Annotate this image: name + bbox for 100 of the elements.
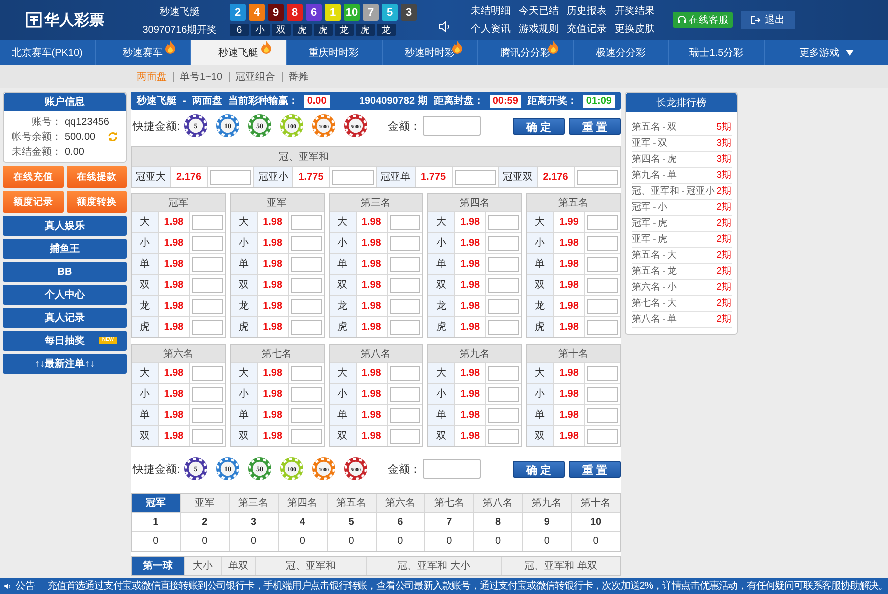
- result-tab[interactable]: 亚军: [180, 494, 229, 512]
- bet-amount-field[interactable]: [390, 298, 420, 314]
- bet-amount-field[interactable]: [192, 278, 223, 292]
- sidebar-menu-button[interactable]: BB: [3, 262, 127, 282]
- bet-amount-field[interactable]: [290, 320, 322, 334]
- bet-amount-field[interactable]: [390, 214, 420, 230]
- bet-amount-field[interactable]: [390, 428, 420, 444]
- bet-amount-field[interactable]: [488, 298, 520, 314]
- confirm-button[interactable]: 确 定: [513, 118, 565, 134]
- bet-amount-field[interactable]: [390, 320, 420, 334]
- result-tab[interactable]: 第七名: [425, 494, 474, 512]
- bet-amount-field[interactable]: [454, 170, 496, 184]
- amount-field[interactable]: [423, 459, 482, 479]
- bet-amount-field[interactable]: [488, 256, 520, 272]
- header-link[interactable]: 开奖结果: [615, 4, 655, 18]
- header-link[interactable]: 游戏规则: [519, 22, 559, 36]
- logo[interactable]: 华人彩票: [44, 10, 104, 30]
- bet-amount-field[interactable]: [390, 278, 420, 292]
- play-mode-tab[interactable]: 冠亚组合: [236, 70, 276, 84]
- bet-amount-field[interactable]: [390, 366, 420, 380]
- bet-amount-field[interactable]: [488, 320, 520, 334]
- header-link[interactable]: 更换皮肤: [615, 22, 655, 36]
- stat-tab[interactable]: 冠、亚军和 单双: [502, 557, 620, 575]
- bet-amount-field[interactable]: [192, 298, 223, 314]
- bet-amount-field[interactable]: [587, 298, 618, 314]
- sidebar-menu-button[interactable]: 个人中心: [3, 285, 127, 305]
- result-tab[interactable]: 第四名: [278, 494, 327, 512]
- result-tab[interactable]: 第八名: [474, 494, 522, 512]
- result-tab[interactable]: 第十名: [572, 494, 620, 512]
- logout-button[interactable]: 退出: [741, 11, 795, 29]
- play-mode-tab[interactable]: 单号1~10: [180, 70, 223, 84]
- play-mode-tab[interactable]: 番摊: [288, 70, 309, 84]
- bet-amount-field[interactable]: [390, 386, 420, 402]
- bet-amount-field[interactable]: [390, 236, 420, 250]
- header-link[interactable]: 未结明细: [471, 4, 511, 18]
- stat-tab[interactable]: 冠、亚军和: [256, 557, 366, 575]
- more-games-menu[interactable]: 更多游戏: [765, 40, 888, 65]
- bet-amount-field[interactable]: [587, 428, 618, 444]
- result-tab[interactable]: 第五名: [328, 494, 376, 512]
- bet-amount-field[interactable]: [488, 278, 520, 292]
- sidebar-menu-button[interactable]: 捕鱼王: [3, 239, 127, 259]
- bet-amount-field[interactable]: [192, 428, 223, 444]
- bet-amount-field[interactable]: [587, 214, 618, 230]
- sidebar-menu-button[interactable]: ↑↓最新注单↑↓: [3, 354, 127, 374]
- stat-tab[interactable]: 单双: [222, 557, 255, 575]
- service-button[interactable]: 在线客服: [673, 12, 733, 28]
- result-tab[interactable]: 第九名: [523, 494, 572, 512]
- result-tab[interactable]: 第六名: [376, 494, 424, 512]
- bet-amount-field[interactable]: [290, 298, 322, 314]
- bet-amount-field[interactable]: [290, 408, 322, 422]
- result-tab[interactable]: 冠军: [132, 494, 180, 512]
- bet-amount-field[interactable]: [192, 320, 223, 334]
- header-link[interactable]: 历史报表: [567, 4, 607, 18]
- speaker-icon[interactable]: [439, 21, 451, 33]
- refresh-icon[interactable]: [108, 132, 118, 142]
- bet-amount-field[interactable]: [587, 278, 618, 292]
- bet-amount-field[interactable]: [290, 386, 322, 402]
- bet-amount-field[interactable]: [290, 214, 322, 230]
- header-link[interactable]: 充值记录: [567, 22, 607, 36]
- bet-amount-field[interactable]: [192, 408, 223, 422]
- confirm-button[interactable]: 确 定: [513, 460, 565, 478]
- sidebar-menu-button[interactable]: 真人记录: [3, 308, 127, 328]
- bet-amount-field[interactable]: [488, 366, 520, 380]
- bet-amount-field[interactable]: [390, 408, 420, 422]
- reset-button[interactable]: 重 置: [569, 460, 621, 478]
- bet-amount-field[interactable]: [488, 236, 520, 250]
- stat-tab[interactable]: 冠、亚军和 大小: [367, 557, 501, 575]
- stat-tab[interactable]: 大小: [185, 557, 221, 575]
- bet-amount-field[interactable]: [587, 386, 618, 402]
- reset-button[interactable]: 重 置: [569, 118, 621, 134]
- bet-amount-field[interactable]: [390, 256, 420, 272]
- bet-amount-field[interactable]: [290, 256, 322, 272]
- bet-amount-field[interactable]: [210, 170, 252, 184]
- bet-amount-field[interactable]: [192, 256, 223, 272]
- bet-amount-field[interactable]: [290, 278, 322, 292]
- bet-amount-field[interactable]: [290, 428, 322, 444]
- stat-tab[interactable]: 第一球: [132, 557, 184, 575]
- bet-amount-field[interactable]: [332, 170, 374, 184]
- bet-amount-field[interactable]: [488, 386, 520, 402]
- amount-field[interactable]: [423, 116, 482, 136]
- sidebar-menu-button[interactable]: 真人娱乐: [3, 216, 127, 236]
- bet-amount-field[interactable]: [488, 408, 520, 422]
- bet-amount-field[interactable]: [290, 236, 322, 250]
- bet-amount-field[interactable]: [192, 236, 223, 250]
- header-link[interactable]: 今天已结: [519, 4, 559, 18]
- header-link[interactable]: 个人资讯: [471, 22, 511, 36]
- bet-amount-field[interactable]: [290, 366, 322, 380]
- bet-amount-field[interactable]: [587, 320, 618, 334]
- bet-amount-field[interactable]: [192, 366, 223, 380]
- bet-amount-field[interactable]: [488, 214, 520, 230]
- bet-amount-field[interactable]: [192, 214, 223, 230]
- bet-amount-field[interactable]: [587, 366, 618, 380]
- bet-amount-field[interactable]: [576, 170, 618, 184]
- bet-amount-field[interactable]: [192, 386, 223, 402]
- bet-amount-field[interactable]: [488, 428, 520, 444]
- result-tab[interactable]: 第三名: [230, 494, 278, 512]
- game-tab[interactable]: 秒速飞艇: [191, 40, 287, 65]
- bet-amount-field[interactable]: [587, 236, 618, 250]
- bet-amount-field[interactable]: [587, 408, 618, 422]
- bet-amount-field[interactable]: [587, 256, 618, 272]
